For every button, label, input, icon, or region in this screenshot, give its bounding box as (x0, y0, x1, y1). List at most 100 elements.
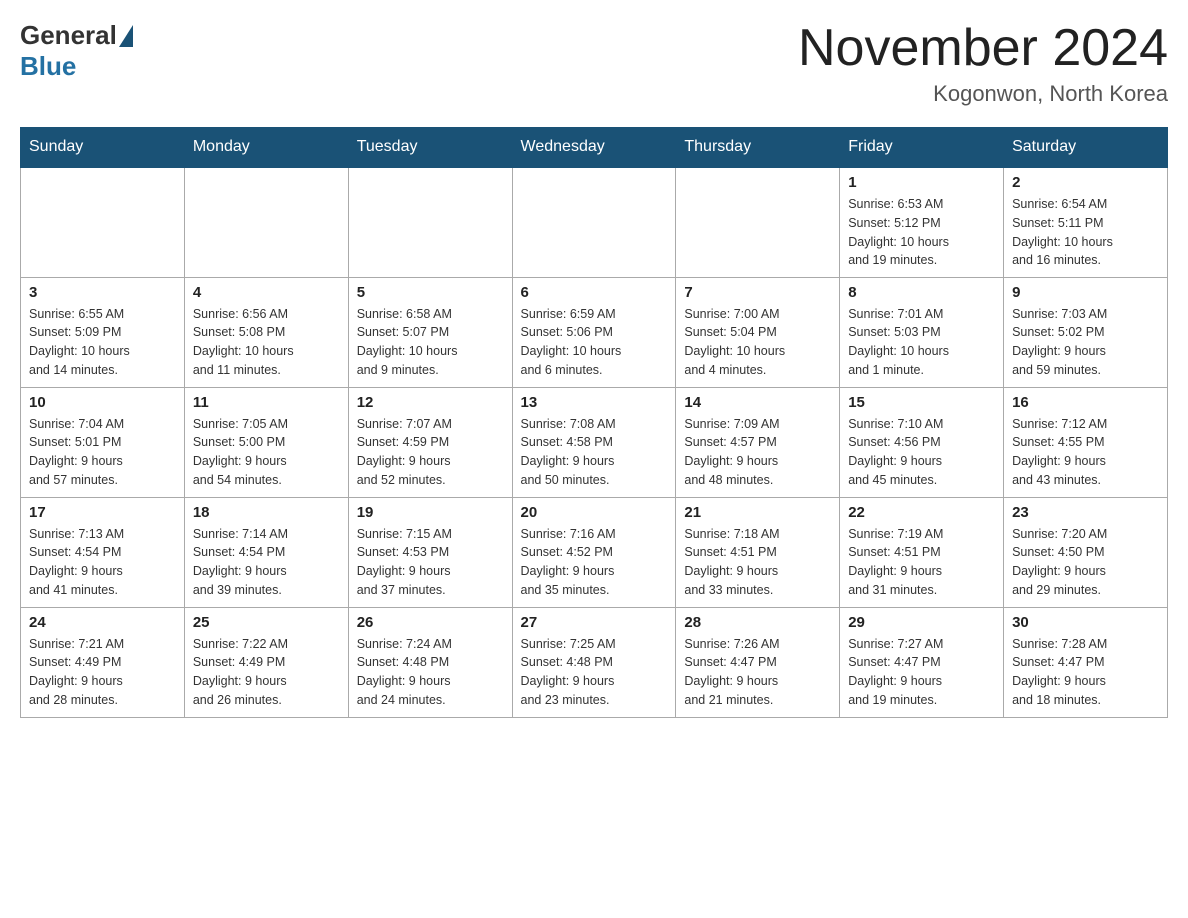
weekday-header-row: SundayMondayTuesdayWednesdayThursdayFrid… (21, 128, 1168, 168)
weekday-header-tuesday: Tuesday (348, 128, 512, 168)
day-info: Sunrise: 7:28 AMSunset: 4:47 PMDaylight:… (1012, 635, 1159, 710)
day-info: Sunrise: 7:24 AMSunset: 4:48 PMDaylight:… (357, 635, 504, 710)
calendar-cell: 6 Sunrise: 6:59 AMSunset: 5:06 PMDaylight… (512, 277, 676, 387)
week-row-4: 17 Sunrise: 7:13 AMSunset: 4:54 PMDayligh… (21, 497, 1168, 607)
calendar-cell (21, 167, 185, 277)
day-info: Sunrise: 7:26 AMSunset: 4:47 PMDaylight:… (684, 635, 831, 710)
day-number: 6 (521, 284, 668, 301)
calendar-cell: 21 Sunrise: 7:18 AMSunset: 4:51 PMDayligh… (676, 497, 840, 607)
day-number: 4 (193, 284, 340, 301)
week-row-2: 3 Sunrise: 6:55 AMSunset: 5:09 PMDaylight… (21, 277, 1168, 387)
calendar-cell: 20Sunrise: 7:16 AMSunset: 4:52 PMDayligh… (512, 497, 676, 607)
calendar-cell: 15 Sunrise: 7:10 AMSunset: 4:56 PMDayligh… (840, 387, 1004, 497)
day-info: Sunrise: 7:25 AMSunset: 4:48 PMDaylight:… (521, 635, 668, 710)
calendar-cell: 17 Sunrise: 7:13 AMSunset: 4:54 PMDayligh… (21, 497, 185, 607)
day-number: 22 (848, 504, 995, 521)
week-row-5: 24 Sunrise: 7:21 AMSunset: 4:49 PMDayligh… (21, 607, 1168, 717)
calendar-cell: 24 Sunrise: 7:21 AMSunset: 4:49 PMDayligh… (21, 607, 185, 717)
day-number: 1 (848, 174, 995, 191)
day-number: 16 (1012, 394, 1159, 411)
calendar-cell: 7Sunrise: 7:00 AMSunset: 5:04 PMDaylight… (676, 277, 840, 387)
day-info: Sunrise: 7:12 AMSunset: 4:55 PMDaylight:… (1012, 415, 1159, 490)
day-number: 5 (357, 284, 504, 301)
day-info: Sunrise: 6:56 AMSunset: 5:08 PMDaylight:… (193, 305, 340, 380)
day-info: Sunrise: 7:05 AMSunset: 5:00 PMDaylight:… (193, 415, 340, 490)
logo: General Blue (20, 20, 133, 82)
calendar-cell: 2 Sunrise: 6:54 AMSunset: 5:11 PMDaylight… (1004, 167, 1168, 277)
day-info: Sunrise: 7:10 AMSunset: 4:56 PMDaylight:… (848, 415, 995, 490)
calendar-cell: 10Sunrise: 7:04 AMSunset: 5:01 PMDayligh… (21, 387, 185, 497)
calendar-cell: 19 Sunrise: 7:15 AMSunset: 4:53 PMDayligh… (348, 497, 512, 607)
day-info: Sunrise: 7:03 AMSunset: 5:02 PMDaylight:… (1012, 305, 1159, 380)
calendar-cell (676, 167, 840, 277)
day-number: 8 (848, 284, 995, 301)
day-info: Sunrise: 6:59 AMSunset: 5:06 PMDaylight:… (521, 305, 668, 380)
day-number: 28 (684, 614, 831, 631)
weekday-header-sunday: Sunday (21, 128, 185, 168)
calendar-table: SundayMondayTuesdayWednesdayThursdayFrid… (20, 127, 1168, 718)
day-number: 19 (357, 504, 504, 521)
day-number: 14 (684, 394, 831, 411)
calendar-cell: 13 Sunrise: 7:08 AMSunset: 4:58 PMDayligh… (512, 387, 676, 497)
location-label: Kogonwon, North Korea (798, 81, 1168, 107)
day-info: Sunrise: 7:13 AMSunset: 4:54 PMDaylight:… (29, 525, 176, 600)
weekday-header-monday: Monday (184, 128, 348, 168)
day-number: 13 (521, 394, 668, 411)
day-number: 23 (1012, 504, 1159, 521)
day-info: Sunrise: 7:14 AMSunset: 4:54 PMDaylight:… (193, 525, 340, 600)
day-info: Sunrise: 7:20 AMSunset: 4:50 PMDaylight:… (1012, 525, 1159, 600)
day-info: Sunrise: 6:53 AMSunset: 5:12 PMDaylight:… (848, 195, 995, 270)
day-number: 7 (684, 284, 831, 301)
day-info: Sunrise: 6:58 AMSunset: 5:07 PMDaylight:… (357, 305, 504, 380)
day-number: 29 (848, 614, 995, 631)
day-number: 21 (684, 504, 831, 521)
calendar-cell: 30 Sunrise: 7:28 AMSunset: 4:47 PMDayligh… (1004, 607, 1168, 717)
calendar-cell (512, 167, 676, 277)
day-number: 2 (1012, 174, 1159, 191)
day-info: Sunrise: 7:08 AMSunset: 4:58 PMDaylight:… (521, 415, 668, 490)
day-number: 20 (521, 504, 668, 521)
day-number: 9 (1012, 284, 1159, 301)
day-number: 24 (29, 614, 176, 631)
day-number: 26 (357, 614, 504, 631)
day-info: Sunrise: 7:09 AMSunset: 4:57 PMDaylight:… (684, 415, 831, 490)
day-number: 25 (193, 614, 340, 631)
week-row-1: 1 Sunrise: 6:53 AMSunset: 5:12 PMDaylight… (21, 167, 1168, 277)
day-info: Sunrise: 7:19 AMSunset: 4:51 PMDaylight:… (848, 525, 995, 600)
day-info: Sunrise: 7:15 AMSunset: 4:53 PMDaylight:… (357, 525, 504, 600)
calendar-cell: 16 Sunrise: 7:12 AMSunset: 4:55 PMDayligh… (1004, 387, 1168, 497)
day-number: 17 (29, 504, 176, 521)
page-header: General Blue November 2024 Kogonwon, Nor… (20, 20, 1168, 107)
calendar-title: November 2024 Kogonwon, North Korea (798, 20, 1168, 107)
calendar-cell: 29 Sunrise: 7:27 AMSunset: 4:47 PMDayligh… (840, 607, 1004, 717)
calendar-cell: 28 Sunrise: 7:26 AMSunset: 4:47 PMDayligh… (676, 607, 840, 717)
calendar-cell: 25Sunrise: 7:22 AMSunset: 4:49 PMDayligh… (184, 607, 348, 717)
day-number: 30 (1012, 614, 1159, 631)
week-row-3: 10Sunrise: 7:04 AMSunset: 5:01 PMDayligh… (21, 387, 1168, 497)
calendar-cell: 11Sunrise: 7:05 AMSunset: 5:00 PMDayligh… (184, 387, 348, 497)
day-info: Sunrise: 7:21 AMSunset: 4:49 PMDaylight:… (29, 635, 176, 710)
day-info: Sunrise: 6:54 AMSunset: 5:11 PMDaylight:… (1012, 195, 1159, 270)
day-info: Sunrise: 6:55 AMSunset: 5:09 PMDaylight:… (29, 305, 176, 380)
day-number: 12 (357, 394, 504, 411)
calendar-cell (184, 167, 348, 277)
calendar-cell: 26 Sunrise: 7:24 AMSunset: 4:48 PMDayligh… (348, 607, 512, 717)
calendar-cell: 1 Sunrise: 6:53 AMSunset: 5:12 PMDaylight… (840, 167, 1004, 277)
calendar-cell: 14 Sunrise: 7:09 AMSunset: 4:57 PMDayligh… (676, 387, 840, 497)
weekday-header-friday: Friday (840, 128, 1004, 168)
weekday-header-wednesday: Wednesday (512, 128, 676, 168)
calendar-cell: 4 Sunrise: 6:56 AMSunset: 5:08 PMDaylight… (184, 277, 348, 387)
calendar-cell: 22 Sunrise: 7:19 AMSunset: 4:51 PMDayligh… (840, 497, 1004, 607)
calendar-cell: 3 Sunrise: 6:55 AMSunset: 5:09 PMDaylight… (21, 277, 185, 387)
day-number: 15 (848, 394, 995, 411)
calendar-cell: 18 Sunrise: 7:14 AMSunset: 4:54 PMDayligh… (184, 497, 348, 607)
calendar-cell: 12Sunrise: 7:07 AMSunset: 4:59 PMDayligh… (348, 387, 512, 497)
calendar-cell: 8Sunrise: 7:01 AMSunset: 5:03 PMDaylight… (840, 277, 1004, 387)
day-number: 18 (193, 504, 340, 521)
day-number: 3 (29, 284, 176, 301)
day-info: Sunrise: 7:27 AMSunset: 4:47 PMDaylight:… (848, 635, 995, 710)
logo-general-text: General (20, 20, 117, 51)
logo-triangle-icon (119, 25, 133, 47)
day-info: Sunrise: 7:18 AMSunset: 4:51 PMDaylight:… (684, 525, 831, 600)
calendar-cell: 27Sunrise: 7:25 AMSunset: 4:48 PMDayligh… (512, 607, 676, 717)
